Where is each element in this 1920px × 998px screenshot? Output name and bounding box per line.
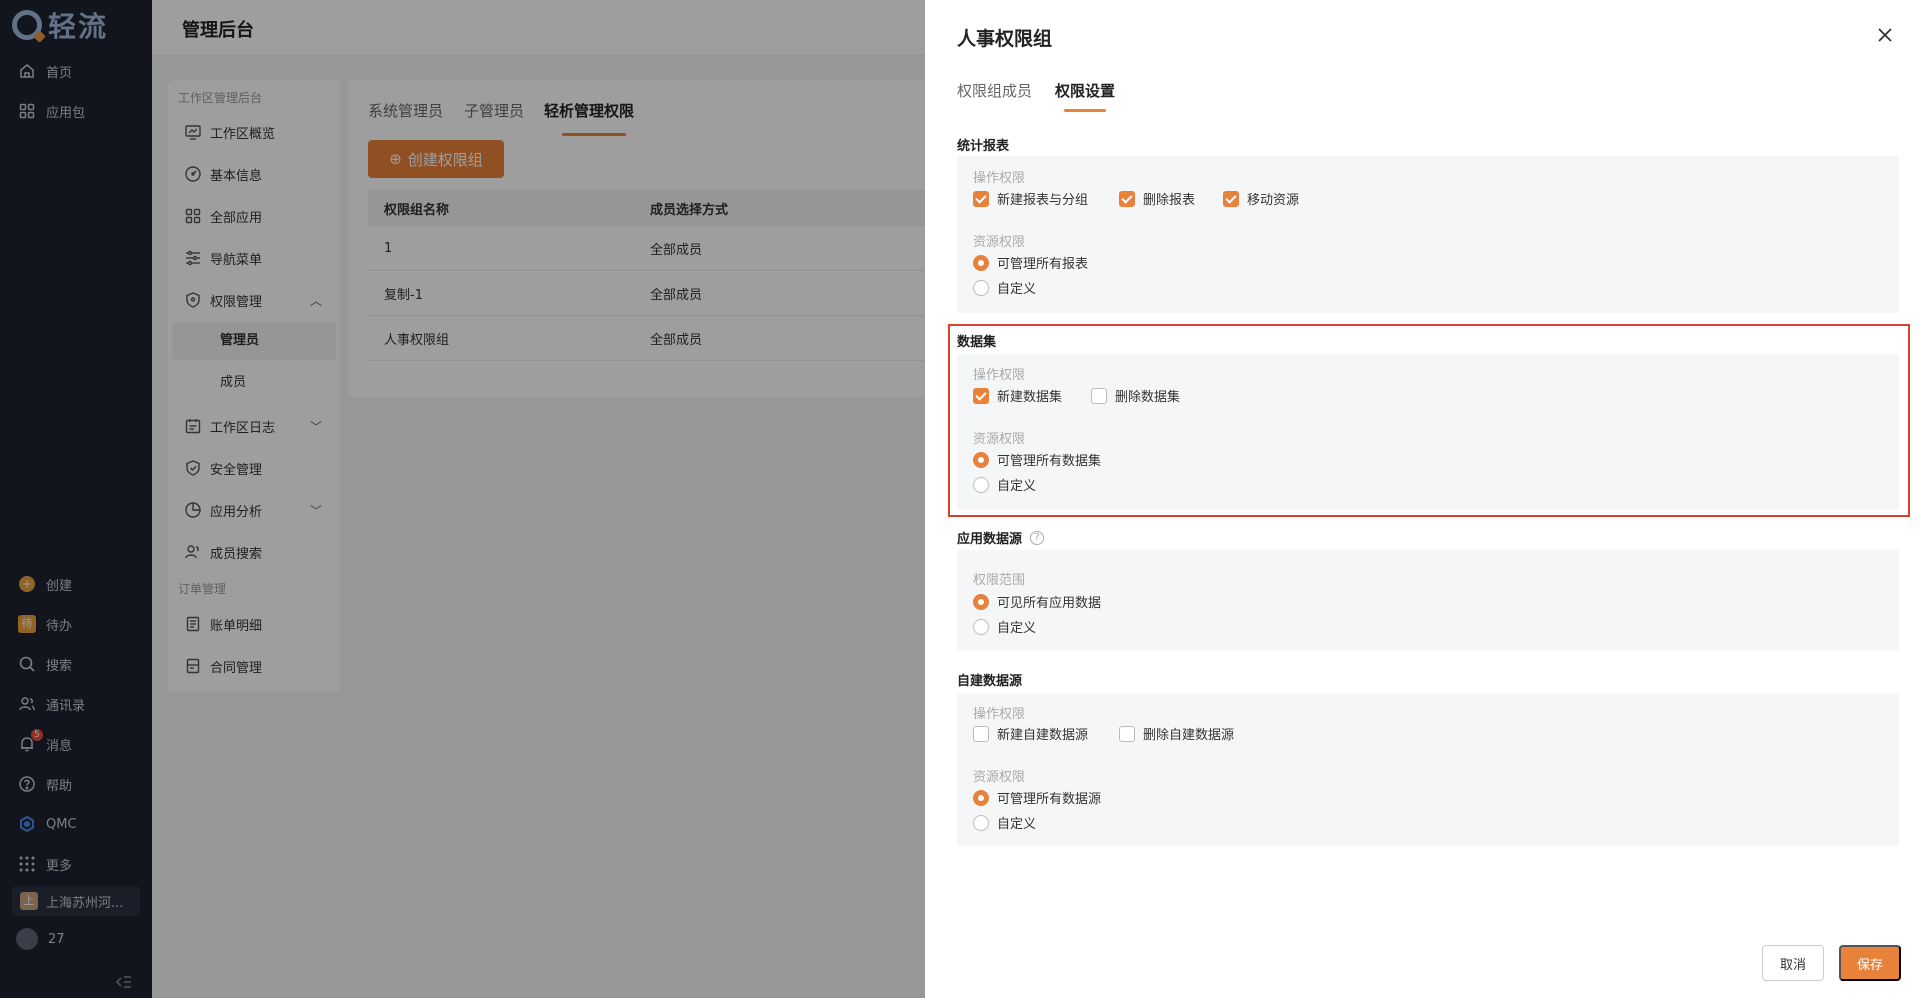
checkbox-delete-report[interactable]: 删除报表: [1119, 189, 1195, 208]
resource-permission-label: 资源权限: [973, 770, 1026, 785]
operation-permission-label: 操作权限: [973, 707, 1026, 722]
radio-checked-icon: [973, 254, 989, 271]
tab-group-members[interactable]: 权限组成员: [957, 80, 1032, 101]
radio-custom-datasets[interactable]: 自定义: [973, 475, 1036, 494]
checkbox-unchecked-icon: [1119, 725, 1135, 742]
radio-unchecked-icon: [973, 814, 989, 831]
radio-manage-all-sources[interactable]: 可管理所有数据源: [973, 788, 1101, 807]
custom-sources-permission-box: 操作权限 新建自建数据源 删除自建数据源 资源权限 可管理所有数据源 自定义: [957, 693, 1899, 846]
tab-permission-settings[interactable]: 权限设置: [1055, 80, 1115, 101]
app-sources-permission-box: 权限范围 可见所有应用数据 自定义: [957, 550, 1899, 650]
operation-permission-label: 操作权限: [973, 368, 1026, 383]
radio-manage-all-datasets[interactable]: 可管理所有数据集: [973, 450, 1101, 469]
save-button[interactable]: 保存: [1839, 945, 1901, 981]
resource-permission-label: 资源权限: [973, 235, 1026, 250]
scope-label: 权限范围: [973, 573, 1026, 588]
checkbox-checked-icon: [973, 387, 989, 404]
radio-custom-sources[interactable]: 自定义: [973, 813, 1036, 832]
radio-custom-app-data[interactable]: 自定义: [973, 617, 1036, 636]
radio-see-all-app-data[interactable]: 可见所有应用数据: [973, 592, 1101, 611]
resource-permission-label: 资源权限: [973, 432, 1026, 447]
checkbox-delete-dataset[interactable]: 删除数据集: [1091, 386, 1180, 405]
operation-permission-label: 操作权限: [973, 171, 1026, 186]
section-title-app-sources: 应用数据源?: [957, 528, 1045, 547]
checkbox-checked-icon: [1119, 190, 1135, 207]
radio-checked-icon: [973, 593, 989, 610]
checkbox-checked-icon: [1223, 190, 1239, 207]
radio-unchecked-icon: [973, 476, 989, 493]
drawer-tab-indicator: [1064, 109, 1106, 112]
checkbox-delete-custom-source[interactable]: 删除自建数据源: [1119, 724, 1234, 743]
checkbox-unchecked-icon: [1091, 387, 1107, 404]
cancel-button[interactable]: 取消: [1762, 945, 1824, 981]
radio-unchecked-icon: [973, 279, 989, 296]
radio-unchecked-icon: [973, 618, 989, 635]
reports-permission-box: 操作权限 新建报表与分组 删除报表 移动资源 资源权限 可管理所有报表 自定义: [957, 156, 1899, 313]
datasets-permission-box: 操作权限 新建数据集 删除数据集 资源权限 可管理所有数据集 自定义: [957, 354, 1899, 510]
close-icon[interactable]: [1874, 24, 1896, 46]
checkbox-create-dataset[interactable]: 新建数据集: [973, 386, 1062, 405]
section-title-custom-sources: 自建数据源: [957, 674, 1023, 689]
radio-custom-reports[interactable]: 自定义: [973, 278, 1036, 297]
section-title-datasets: 数据集: [957, 335, 997, 350]
checkbox-unchecked-icon: [973, 725, 989, 742]
drawer-title: 人事权限组: [957, 28, 1053, 50]
radio-manage-all-reports[interactable]: 可管理所有报表: [973, 253, 1088, 272]
radio-checked-icon: [973, 789, 989, 806]
section-title-reports: 统计报表: [957, 139, 1010, 154]
help-icon[interactable]: ?: [1030, 530, 1045, 545]
checkbox-create-report[interactable]: 新建报表与分组: [973, 189, 1088, 208]
permission-drawer: 人事权限组 权限组成员 权限设置 统计报表 操作权限 新建报表与分组 删除报表 …: [925, 0, 1920, 998]
checkbox-checked-icon: [973, 190, 989, 207]
radio-checked-icon: [973, 451, 989, 468]
checkbox-create-custom-source[interactable]: 新建自建数据源: [973, 724, 1088, 743]
checkbox-move-resource[interactable]: 移动资源: [1223, 189, 1299, 208]
